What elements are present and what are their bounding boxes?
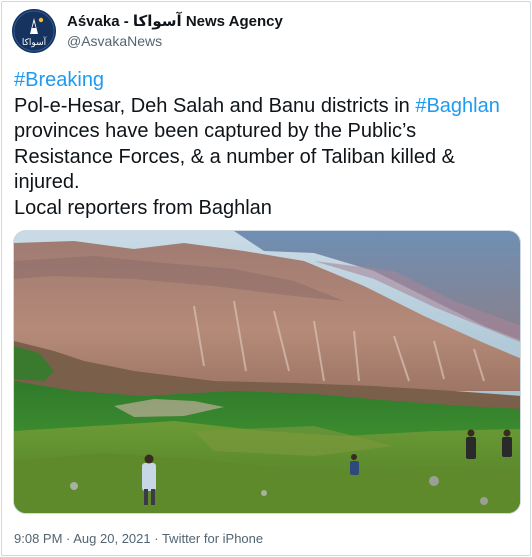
- tweet-text: #Breaking Pol-e-Hesar, Deh Salah and Ban…: [14, 68, 524, 221]
- tweet-text-line: provinces have been captured by the Publ…: [14, 120, 417, 142]
- account-names: Aśvaka - آسواکا News Agency @AsvakaNews: [67, 13, 283, 51]
- display-name[interactable]: Aśvaka - آسواکا News Agency: [67, 13, 283, 31]
- tweet-photo[interactable]: [13, 230, 521, 514]
- tweet-text-line: Resistance Forces, & a number of Taliban…: [14, 145, 455, 168]
- tweet-card: آسواکا Aśvaka - آسواکا News Agency @Asva…: [1, 1, 531, 556]
- tweet-text-line: Pol-e-Hesar, Deh Salah and Banu district…: [14, 94, 416, 117]
- tweet-header: آسواکا Aśvaka - آسواکا News Agency @Asva…: [12, 9, 512, 55]
- svg-text:آسواکا: آسواکا: [22, 36, 47, 48]
- mountain-landscape-photo: [14, 231, 520, 513]
- tweet-date[interactable]: Aug 20, 2021: [73, 531, 150, 546]
- meta-separator: ·: [150, 531, 162, 546]
- asvaka-logo-icon: آسواکا: [12, 9, 56, 53]
- hashtag-breaking[interactable]: #Breaking: [14, 69, 104, 91]
- avatar[interactable]: آسواکا: [12, 9, 56, 53]
- tweet-time[interactable]: 9:08 PM: [14, 531, 62, 546]
- tweet-text-line: injured.: [14, 171, 80, 193]
- account-handle[interactable]: @AsvakaNews: [67, 31, 283, 51]
- tweet-source: Twitter for iPhone: [161, 531, 264, 546]
- tweet-meta: 9:08 PM · Aug 20, 2021 · Twitter for iPh…: [14, 531, 263, 546]
- hashtag-baghlan[interactable]: #Baghlan: [415, 95, 500, 117]
- tweet-text-line: Local reporters from Baghlan: [14, 196, 272, 219]
- meta-separator: ·: [62, 531, 74, 546]
